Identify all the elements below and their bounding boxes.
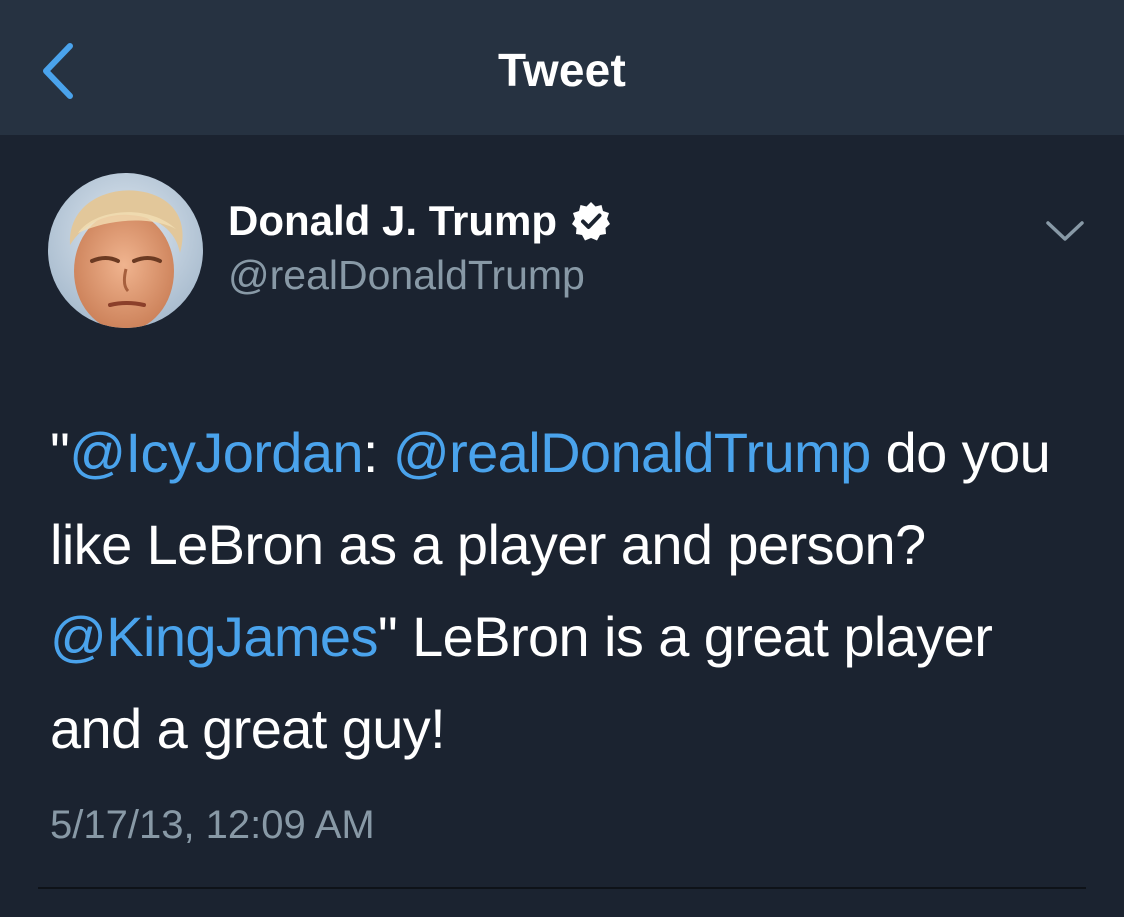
mention-link[interactable]: @KingJames bbox=[50, 605, 378, 668]
navigation-bar: Tweet bbox=[0, 0, 1124, 135]
tweet-text: "@IcyJordan: @realDonaldTrump do you lik… bbox=[50, 407, 1090, 775]
tweet-detail: Donald J. Trump @realDonaldTrump "@IcyJo… bbox=[0, 135, 1124, 917]
tweet-text-quote: " bbox=[50, 421, 70, 484]
author-handle[interactable]: @realDonaldTrump bbox=[228, 249, 585, 301]
avatar-image bbox=[48, 173, 203, 328]
author-name-row[interactable]: Donald J. Trump bbox=[228, 195, 611, 247]
mention-link[interactable]: @IcyJordan bbox=[69, 421, 363, 484]
tweet-timestamp: 5/17/13, 12:09 AM bbox=[50, 803, 375, 847]
chevron-down-icon bbox=[1046, 221, 1084, 241]
page-title: Tweet bbox=[498, 44, 626, 96]
tweet-text-segment: : bbox=[362, 421, 393, 484]
mention-link[interactable]: @realDonaldTrump bbox=[393, 421, 871, 484]
author-display-name[interactable]: Donald J. Trump bbox=[228, 195, 557, 247]
tweet-menu-button[interactable] bbox=[1040, 213, 1090, 249]
divider bbox=[38, 887, 1086, 889]
verified-badge-icon bbox=[572, 202, 611, 241]
avatar[interactable] bbox=[48, 173, 203, 328]
